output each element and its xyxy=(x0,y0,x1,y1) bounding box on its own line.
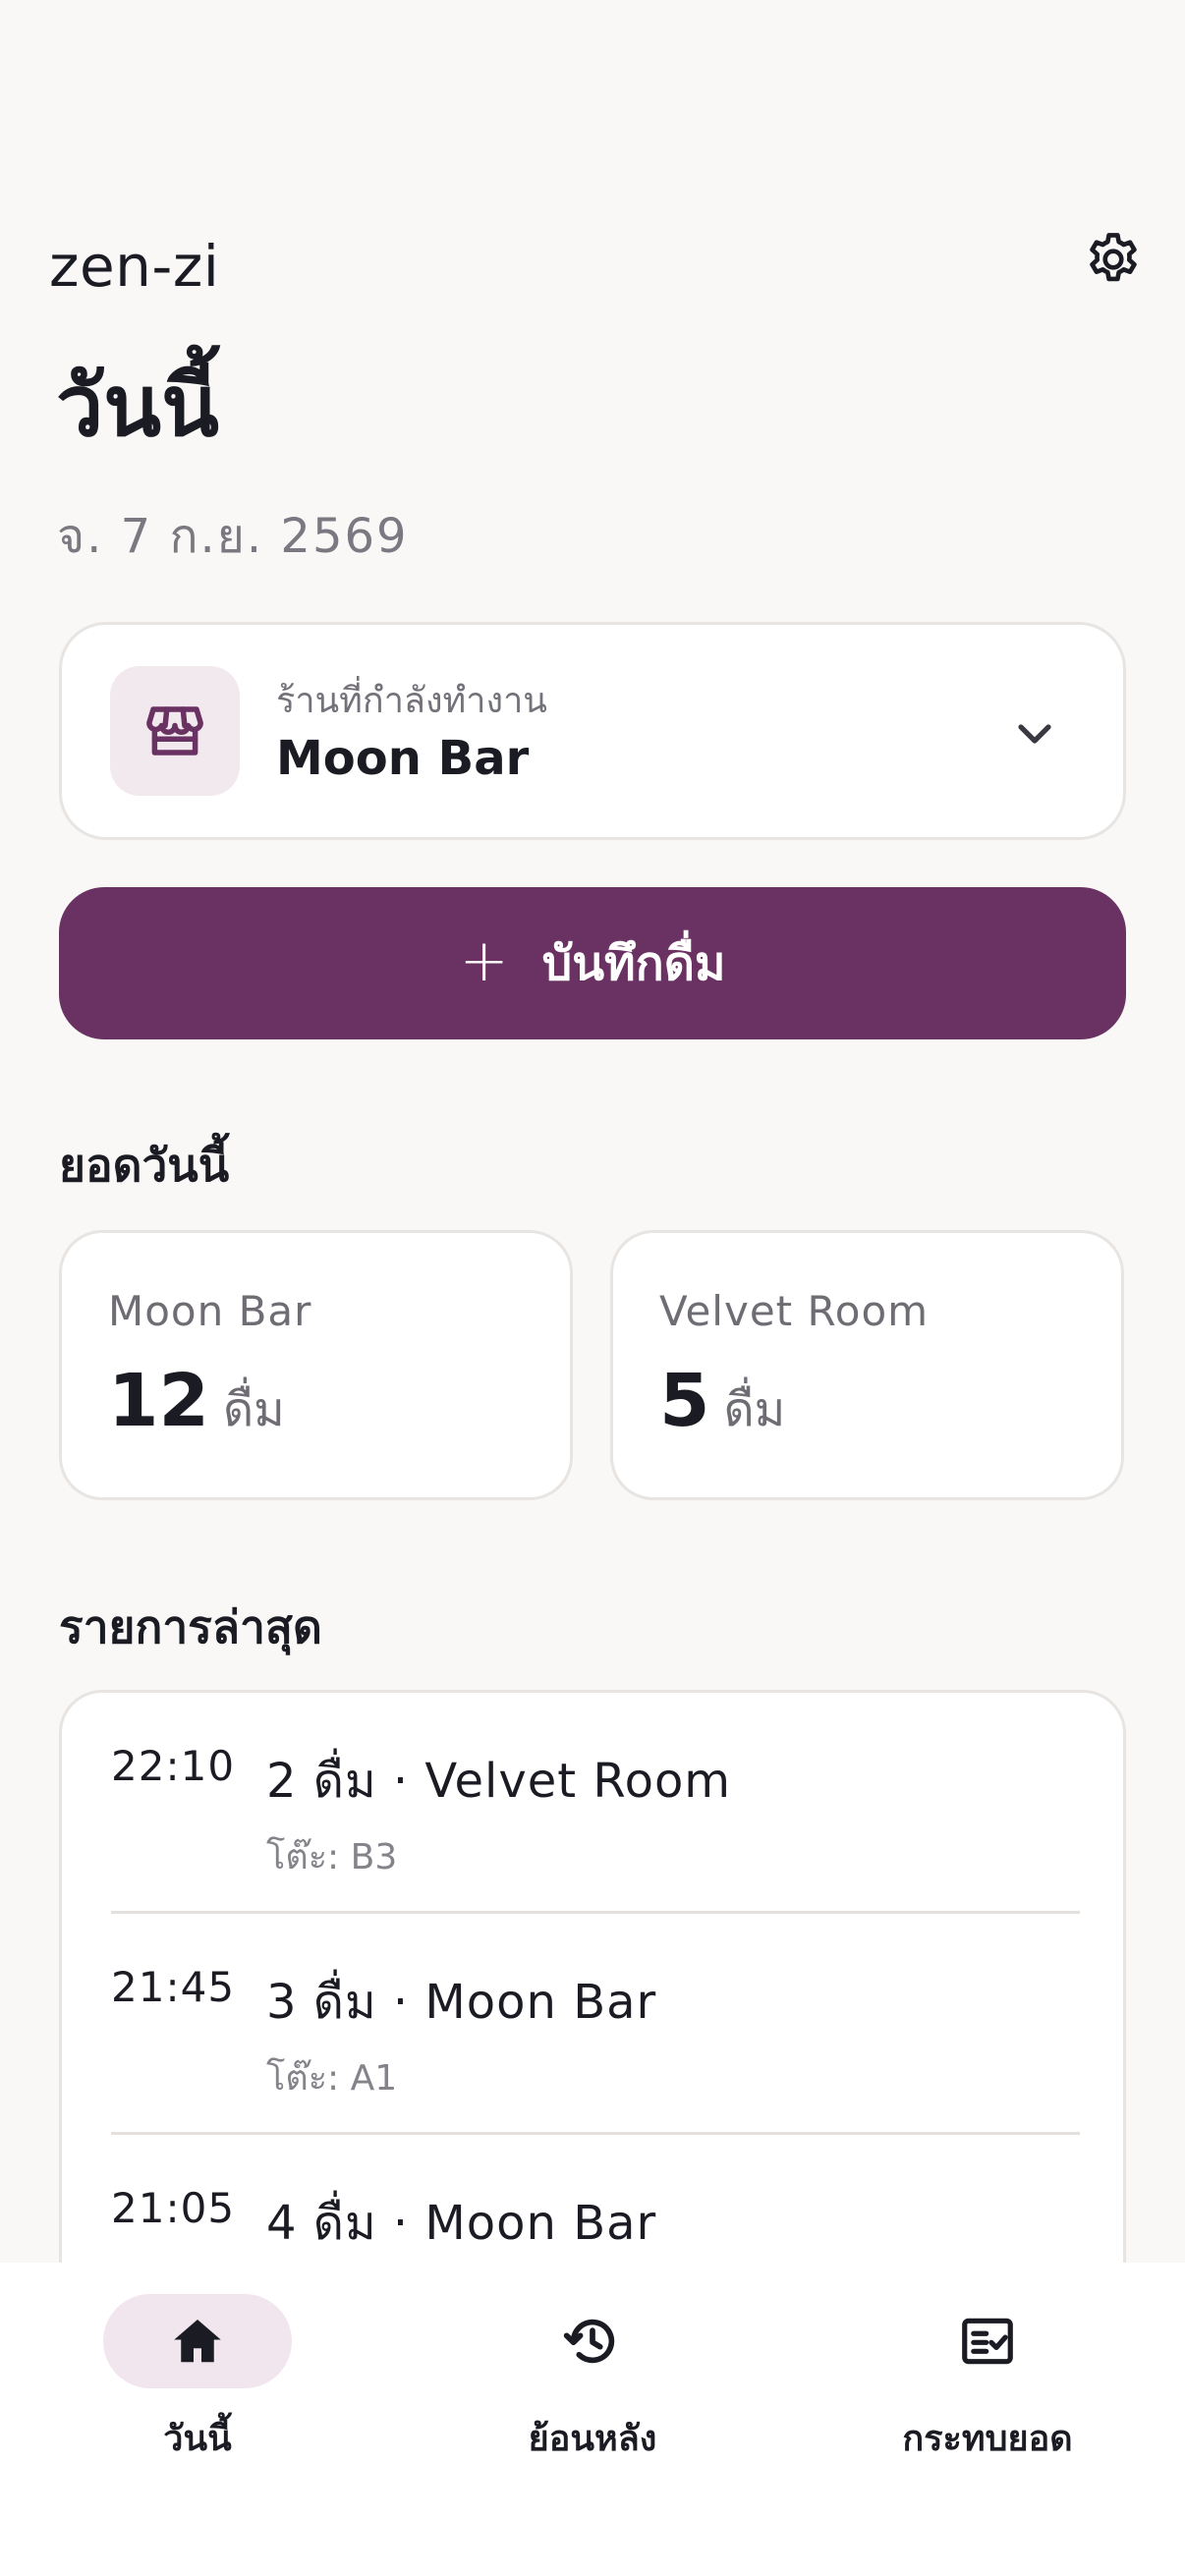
app-header: zen-zi xyxy=(0,221,1185,309)
nav-item-today[interactable]: วันนี้ xyxy=(0,2294,395,2461)
today-totals-title: ยอดวันนี้ xyxy=(59,1139,230,1192)
entry-summary: 4 ดื่ม · Moon Bar xyxy=(266,2196,657,2251)
record-drink-button[interactable]: + บันทึกดื่ม xyxy=(59,887,1126,1039)
chevron-down-icon[interactable] xyxy=(1005,703,1064,762)
stat-unit: ดื่ม xyxy=(723,1382,786,1437)
nav-active-pill xyxy=(103,2294,292,2388)
gear-icon xyxy=(1090,233,1137,282)
checklist-icon xyxy=(962,2318,1013,2365)
entry-table: โต๊ะ: B3 xyxy=(266,1837,398,1877)
nav-item-reconcile[interactable]: กระทบยอด xyxy=(790,2294,1185,2461)
page-title: วันนี้ xyxy=(56,358,219,456)
entry-summary: 2 ดื่ม · Velvet Room xyxy=(266,1754,732,1809)
list-item[interactable]: 21:45 3 ดื่ม · Moon Bar โต๊ะ: A1 xyxy=(62,1914,1123,2135)
bottom-nav: วันนี้ ย้อนหลัง กระทบยอด xyxy=(0,2263,1185,2576)
history-icon xyxy=(563,2319,615,2364)
stat-card: Velvet Room 5 ดื่ม xyxy=(610,1230,1124,1500)
entry-table: โต๊ะ: A1 xyxy=(266,2058,398,2099)
list-item[interactable]: 22:10 2 ดื่ม · Velvet Room โต๊ะ: B3 xyxy=(62,1693,1123,1914)
record-drink-label: บันทึกดื่ม xyxy=(541,935,726,991)
stat-value: 12 ดื่ม xyxy=(108,1359,285,1447)
nav-icon-wrap xyxy=(893,2294,1082,2388)
shop-selector[interactable]: ร้านที่กำลังทำงาน Moon Bar xyxy=(59,622,1126,840)
stat-count: 12 xyxy=(108,1359,209,1443)
nav-item-history[interactable]: ย้อนหลัง xyxy=(395,2294,790,2461)
nav-icon-wrap xyxy=(498,2294,687,2388)
stat-value: 5 ดื่ม xyxy=(659,1359,785,1447)
shop-icon-box xyxy=(110,666,240,796)
recent-title: รายการล่าสุด xyxy=(59,1600,322,1653)
home-icon xyxy=(174,2320,221,2363)
stat-card: Moon Bar 12 ดื่ม xyxy=(59,1230,573,1500)
settings-button[interactable] xyxy=(1079,225,1148,294)
plus-icon: + xyxy=(459,925,509,995)
stat-shop-name: Moon Bar xyxy=(108,1287,312,1335)
app-name: zen-zi xyxy=(49,233,220,300)
shop-caption: ร้านที่กำลังทำงาน xyxy=(276,681,547,721)
nav-label: วันนี้ xyxy=(163,2419,232,2459)
entry-time: 21:45 xyxy=(111,1963,236,2011)
entry-summary: 3 ดื่ม · Moon Bar xyxy=(266,1975,657,2030)
entry-time: 21:05 xyxy=(111,2184,236,2232)
entry-time: 22:10 xyxy=(111,1742,236,1790)
nav-label: กระทบยอด xyxy=(902,2419,1073,2459)
store-icon xyxy=(146,706,203,756)
screen: zen-zi วันนี้ จ. 7 ก.ย. 2569 ร้านที่กำลั… xyxy=(0,0,1185,2576)
stat-count: 5 xyxy=(659,1359,710,1443)
stat-shop-name: Velvet Room xyxy=(659,1287,930,1335)
shop-name: Moon Bar xyxy=(276,731,530,786)
page-date: จ. 7 ก.ย. 2569 xyxy=(57,509,409,564)
stat-unit: ดื่ม xyxy=(222,1382,285,1437)
nav-label: ย้อนหลัง xyxy=(528,2419,657,2459)
